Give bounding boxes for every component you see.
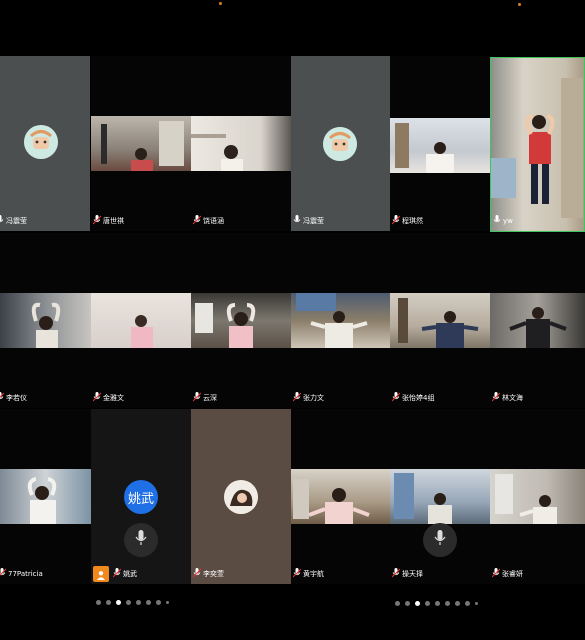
participant-name: yw	[493, 214, 513, 228]
participant-tile[interactable]: 云深	[191, 233, 291, 408]
participant-name: 饶语涵	[192, 214, 224, 228]
mic-icon	[92, 392, 102, 404]
page-indicator[interactable]	[96, 600, 169, 605]
participant-video	[191, 293, 291, 348]
mic-icon	[491, 392, 501, 404]
page-dot[interactable]	[455, 601, 460, 606]
status-dot	[219, 2, 222, 5]
avatar: 姚武	[124, 480, 158, 514]
participant-tile-active[interactable]: yw	[490, 57, 585, 232]
page-dot[interactable]	[136, 600, 141, 605]
participant-tile[interactable]: 冯震莹	[0, 56, 90, 231]
participant-tile[interactable]: 金雅文	[91, 233, 191, 408]
participant-name: 黄宇航	[292, 567, 324, 581]
participant-name: 张怡婷4组	[391, 391, 434, 405]
mic-icon	[0, 215, 4, 227]
page-dot[interactable]	[435, 601, 440, 606]
avatar	[224, 480, 258, 514]
participant-tile[interactable]: 张力文	[291, 233, 390, 408]
participant-video	[291, 293, 390, 348]
page-dot[interactable]	[106, 600, 111, 605]
page-dot-active[interactable]	[415, 601, 420, 606]
participant-tile[interactable]: 操天择	[390, 409, 490, 584]
participant-name: 张睿妍	[491, 567, 523, 581]
participant-video	[0, 293, 91, 348]
participant-video	[191, 116, 291, 171]
participant-name: 姚武	[112, 567, 137, 581]
mic-icon	[391, 215, 401, 227]
page-dot[interactable]	[475, 602, 478, 605]
mic-icon	[192, 392, 202, 404]
participant-video	[91, 116, 191, 171]
page-dot[interactable]	[166, 601, 169, 604]
participant-name: 唐世祺	[92, 214, 124, 228]
avatar	[24, 125, 58, 159]
mic-icon	[293, 215, 301, 227]
mic-icon	[391, 568, 401, 580]
mic-icon	[292, 392, 302, 404]
participant-name: 冯震莹	[293, 214, 324, 228]
page-dot[interactable]	[445, 601, 450, 606]
participant-video	[490, 293, 585, 348]
share-badge	[93, 566, 109, 582]
mic-icon	[292, 568, 302, 580]
participant-video	[491, 58, 584, 231]
page-dot[interactable]	[146, 600, 151, 605]
participant-name: 程琪然	[391, 214, 423, 228]
participant-video	[390, 469, 490, 524]
participant-name: 李奕萱	[192, 567, 224, 581]
page-dot[interactable]	[96, 600, 101, 605]
status-dot	[518, 3, 521, 6]
mic-icon	[493, 215, 501, 227]
participant-video	[390, 293, 490, 348]
mic-icon	[0, 568, 7, 580]
participant-video	[0, 469, 91, 524]
mic-icon	[192, 568, 202, 580]
page-dot[interactable]	[126, 600, 131, 605]
participant-tile[interactable]: 饶语涵	[191, 56, 291, 231]
mic-icon	[135, 530, 147, 550]
participant-tile[interactable]: 黄宇航	[291, 409, 390, 584]
mic-icon	[491, 568, 501, 580]
participant-tile[interactable]: 林文海	[490, 233, 585, 408]
participant-tile[interactable]: 张怡婷4组	[390, 233, 490, 408]
mic-icon	[391, 392, 401, 404]
mic-button[interactable]	[124, 523, 158, 557]
page-dot[interactable]	[395, 601, 400, 606]
participant-video	[291, 469, 390, 524]
participant-tile[interactable]: 张睿妍	[490, 409, 585, 584]
participant-name: 操天择	[391, 567, 423, 581]
page-indicator[interactable]	[395, 601, 478, 606]
participant-name: 张力文	[292, 391, 324, 405]
mic-icon	[0, 392, 5, 404]
participant-tile[interactable]: 李若仪	[0, 233, 91, 408]
participant-tile[interactable]: 冯震莹	[291, 56, 390, 231]
page-dot[interactable]	[156, 600, 161, 605]
mic-icon	[92, 215, 102, 227]
participant-video	[390, 118, 490, 173]
mic-icon	[112, 568, 122, 580]
participant-tile[interactable]: 77Patricia	[0, 409, 91, 584]
participant-tile[interactable]: 姚武 姚武	[91, 409, 191, 584]
participant-name: 77Patricia	[0, 567, 43, 581]
participant-name: 云深	[192, 391, 217, 405]
mic-button[interactable]	[423, 523, 457, 557]
avatar	[323, 127, 357, 161]
participant-name: 金雅文	[92, 391, 124, 405]
participant-video	[91, 293, 191, 348]
mic-icon	[434, 530, 446, 550]
participant-name: 李若仪	[0, 391, 27, 405]
page-dot[interactable]	[405, 601, 410, 606]
participant-tile[interactable]: 李奕萱	[191, 409, 291, 584]
avatar-icon	[96, 565, 106, 584]
participant-video	[490, 469, 585, 524]
participant-name: 林文海	[491, 391, 523, 405]
page-dot-active[interactable]	[116, 600, 121, 605]
page-dot[interactable]	[425, 601, 430, 606]
page-dot[interactable]	[465, 601, 470, 606]
mic-icon	[192, 215, 202, 227]
participant-tile[interactable]: 唐世祺	[91, 56, 191, 231]
participant-tile[interactable]: 程琪然	[390, 56, 490, 231]
participant-name: 冯震莹	[0, 214, 27, 228]
